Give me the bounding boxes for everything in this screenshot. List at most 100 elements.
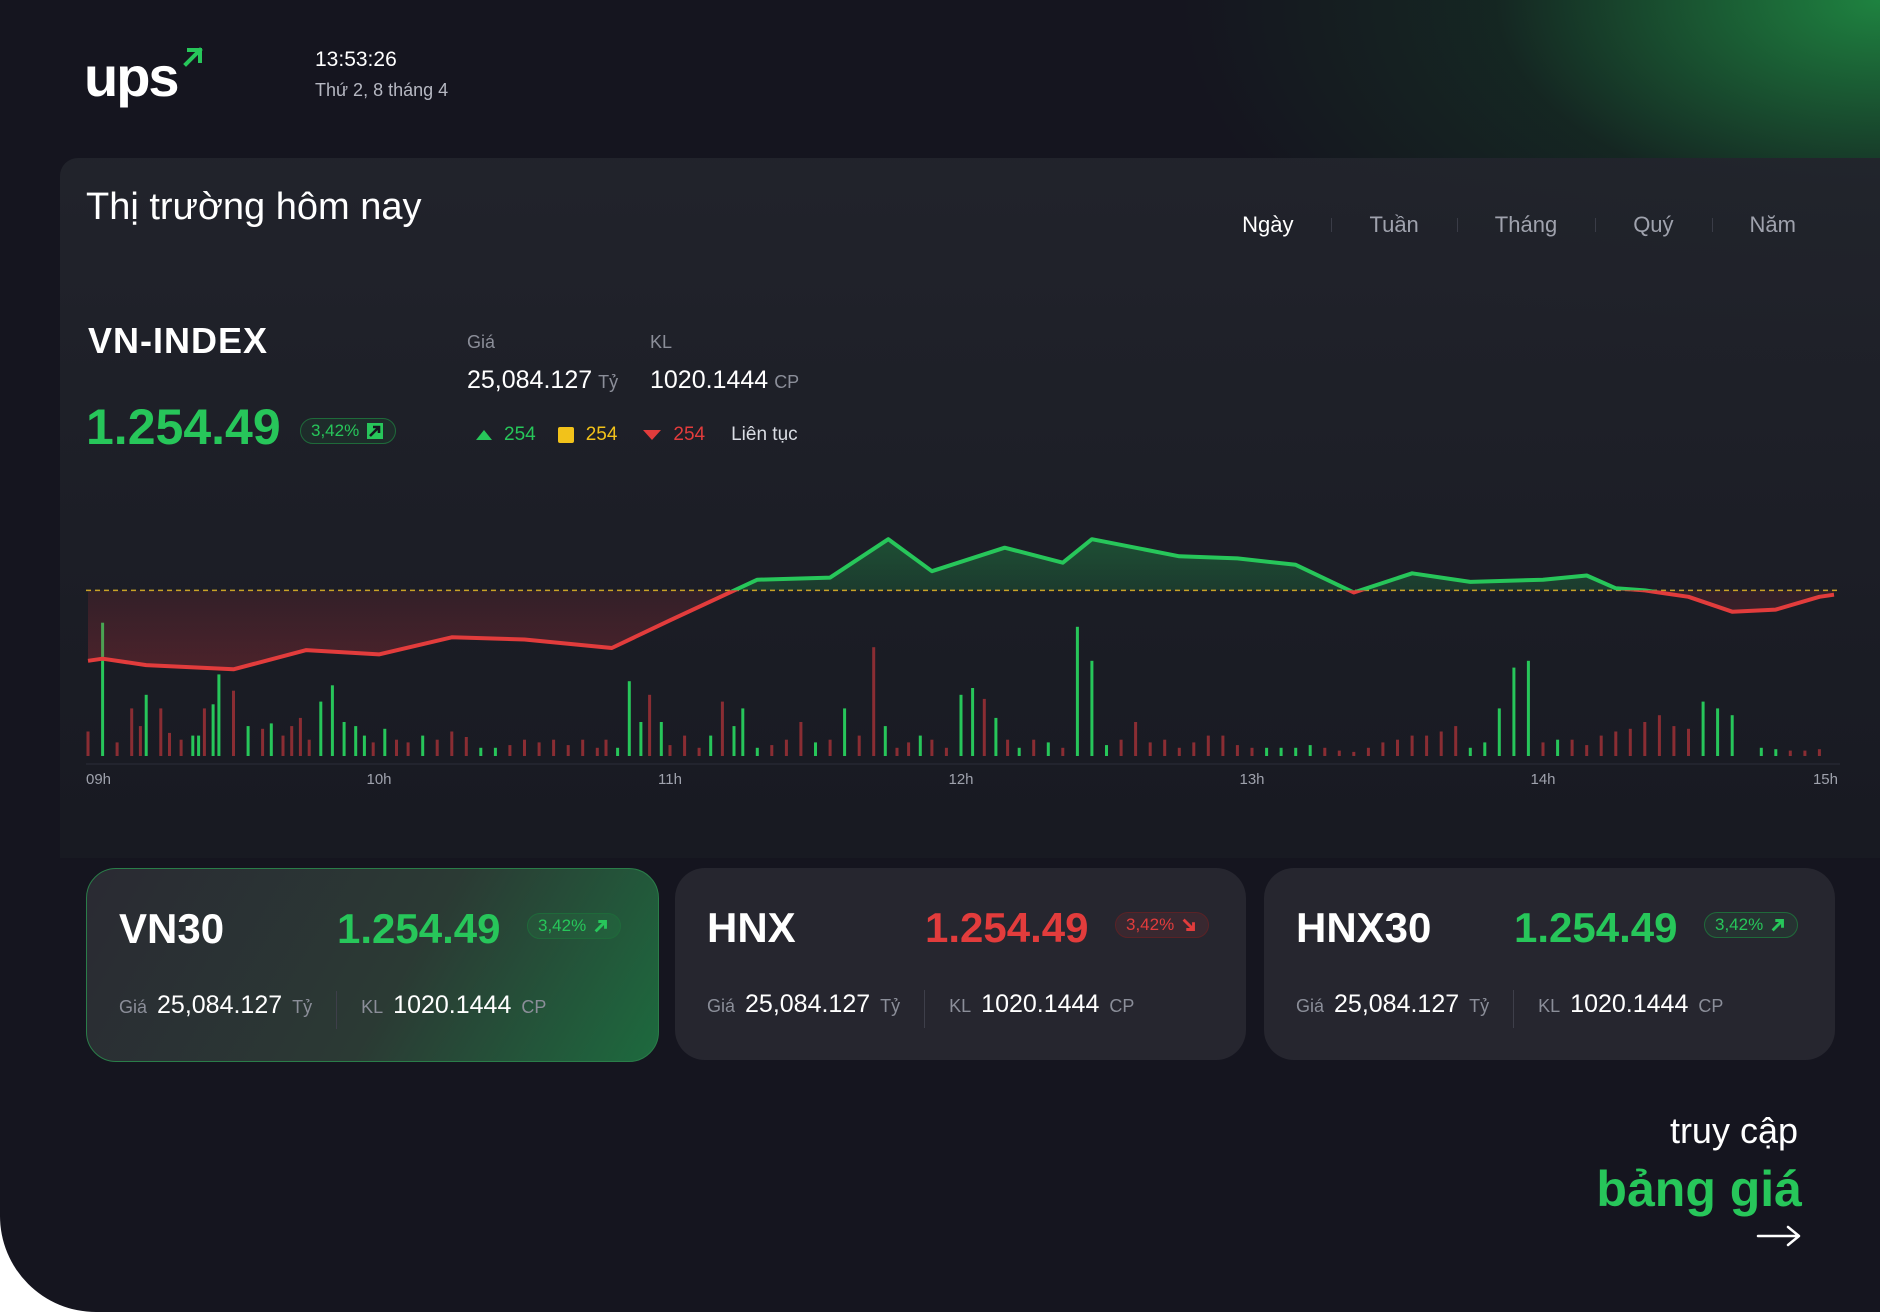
volume-bar: [1512, 667, 1516, 756]
volume-bar: [1105, 745, 1108, 756]
x-tick-label: 11h: [658, 771, 682, 788]
card-value: 1.254.49: [925, 904, 1089, 951]
tab-quarter[interactable]: Quý: [1595, 212, 1711, 238]
volume-bar: [1250, 747, 1254, 756]
volume-bar: [537, 742, 541, 756]
index-card-hnx[interactable]: HNX 1.254.49 3,42% Giá 25,084.127 Tỷ KL …: [675, 868, 1246, 1060]
volume-bar: [159, 708, 163, 756]
tab-day[interactable]: Ngày: [1204, 212, 1331, 238]
volume-bar: [138, 726, 142, 756]
volume-bar: [1090, 660, 1094, 756]
market-breadth: 254 254 254 Liên tục: [474, 424, 798, 446]
declines-count: 254: [673, 424, 706, 445]
volume-bar: [168, 732, 171, 756]
trend-up-icon: [594, 920, 608, 933]
volume-bar: [895, 747, 899, 756]
volume-bar: [1614, 731, 1618, 756]
volume-bar: [1454, 726, 1458, 756]
card-volume-label: KL: [949, 996, 972, 1016]
trend-up-icon: [1771, 919, 1785, 932]
volume-bar: [1541, 742, 1545, 756]
volume-bar: [1235, 745, 1239, 756]
card-name: HNX30: [1296, 904, 1432, 951]
index-name: VN-INDEX: [88, 320, 269, 361]
volume-bar: [307, 739, 311, 756]
volume-bar: [1294, 747, 1298, 756]
volume-bar: [907, 742, 911, 756]
volume-bar: [261, 728, 265, 756]
card-divider: [1513, 990, 1515, 1028]
volume-bar: [930, 739, 934, 756]
volume-bar: [770, 745, 774, 756]
advances-count: 254: [504, 424, 536, 445]
volume-bar: [1701, 701, 1705, 756]
volume-bar: [994, 717, 998, 756]
volume-bar: [595, 747, 599, 756]
volume-bar: [784, 739, 788, 756]
card-stats: Giá 25,084.127 Tỷ KL 1020.1444 CP: [1296, 990, 1723, 1028]
volume-bar: [290, 726, 294, 756]
brand-logo[interactable]: ups: [84, 44, 180, 109]
card-name: VN30: [119, 905, 225, 952]
arrow-right-icon[interactable]: [1756, 1224, 1802, 1248]
volume-bar: [1730, 715, 1734, 756]
index-card-vn30[interactable]: VN30 1.254.49 3,42% Giá 25,084.127 Tỷ KL…: [86, 868, 659, 1062]
volume-bar: [1657, 715, 1661, 756]
volume-bar: [1396, 739, 1399, 756]
volume-bar: [330, 685, 334, 756]
volume-bar: [1177, 747, 1181, 756]
volume-bar: [1497, 708, 1501, 756]
volume-bar: [1468, 747, 1472, 756]
volume-bar: [659, 722, 663, 756]
volume-bar: [342, 722, 346, 756]
volume-bar: [1017, 747, 1021, 756]
card-change-text: 3,42%: [1126, 915, 1175, 934]
volume-bar: [1061, 747, 1065, 756]
cta-price-board-link[interactable]: bảng giá: [1596, 1160, 1802, 1218]
index-card-hnx30[interactable]: HNX30 1.254.49 3,42% Giá 25,084.127 Tỷ K…: [1264, 868, 1835, 1060]
x-tick-label: 15h: [1813, 771, 1838, 788]
volume-bar: [211, 704, 215, 756]
volume-bar: [115, 742, 119, 756]
x-axis-ticks: 09h 10h 11h 12h 13h 14h 15h: [86, 771, 1838, 788]
volume-bar: [1628, 728, 1632, 756]
volume-bar: [1366, 747, 1370, 756]
volume-bar: [1774, 749, 1778, 756]
intraday-chart[interactable]: 09h 10h 11h 12h 13h 14h 15h: [86, 500, 1840, 790]
card-price: 25,084.127: [1334, 990, 1460, 1018]
volume-bar: [857, 735, 861, 756]
card-volume-unit: CP: [521, 997, 547, 1017]
volume-bar: [1526, 660, 1530, 756]
card-divider: [336, 991, 338, 1029]
volume-bar: [616, 747, 620, 756]
volume-bar: [435, 739, 439, 756]
volume-bar: [371, 742, 375, 756]
logo-arrow-icon: [183, 47, 203, 67]
cta-line1[interactable]: truy cập: [1670, 1110, 1798, 1152]
volume-bar: [1425, 735, 1429, 756]
volume-bar: [959, 694, 963, 756]
tab-week[interactable]: Tuần: [1331, 212, 1456, 238]
volume-bar: [508, 745, 512, 756]
triangle-down-icon: [643, 430, 662, 440]
card-price-unit: Tỷ: [880, 996, 901, 1016]
volume-unit: CP: [774, 372, 800, 392]
volume-bar: [523, 739, 526, 756]
volume-bar: [1163, 739, 1167, 756]
volume-bar: [1192, 742, 1196, 756]
price-unit: Tỷ: [598, 372, 619, 392]
volume-bar: [1585, 745, 1589, 756]
volume-bar: [1352, 751, 1356, 756]
period-tabs: Ngày Tuần Tháng Quý Năm: [1204, 212, 1834, 238]
card-price-label: Giá: [119, 997, 148, 1017]
volume-bar: [639, 722, 643, 756]
tab-month[interactable]: Tháng: [1456, 212, 1595, 238]
volume-amount: 1020.1444: [650, 366, 769, 394]
volume-bar: [464, 737, 468, 756]
volume-bar: [1134, 722, 1138, 756]
volume-bar: [755, 747, 759, 756]
volume-bar: [668, 745, 672, 756]
volume-bar: [144, 694, 148, 756]
tab-year[interactable]: Năm: [1711, 212, 1834, 238]
volume-bar: [1483, 742, 1487, 756]
